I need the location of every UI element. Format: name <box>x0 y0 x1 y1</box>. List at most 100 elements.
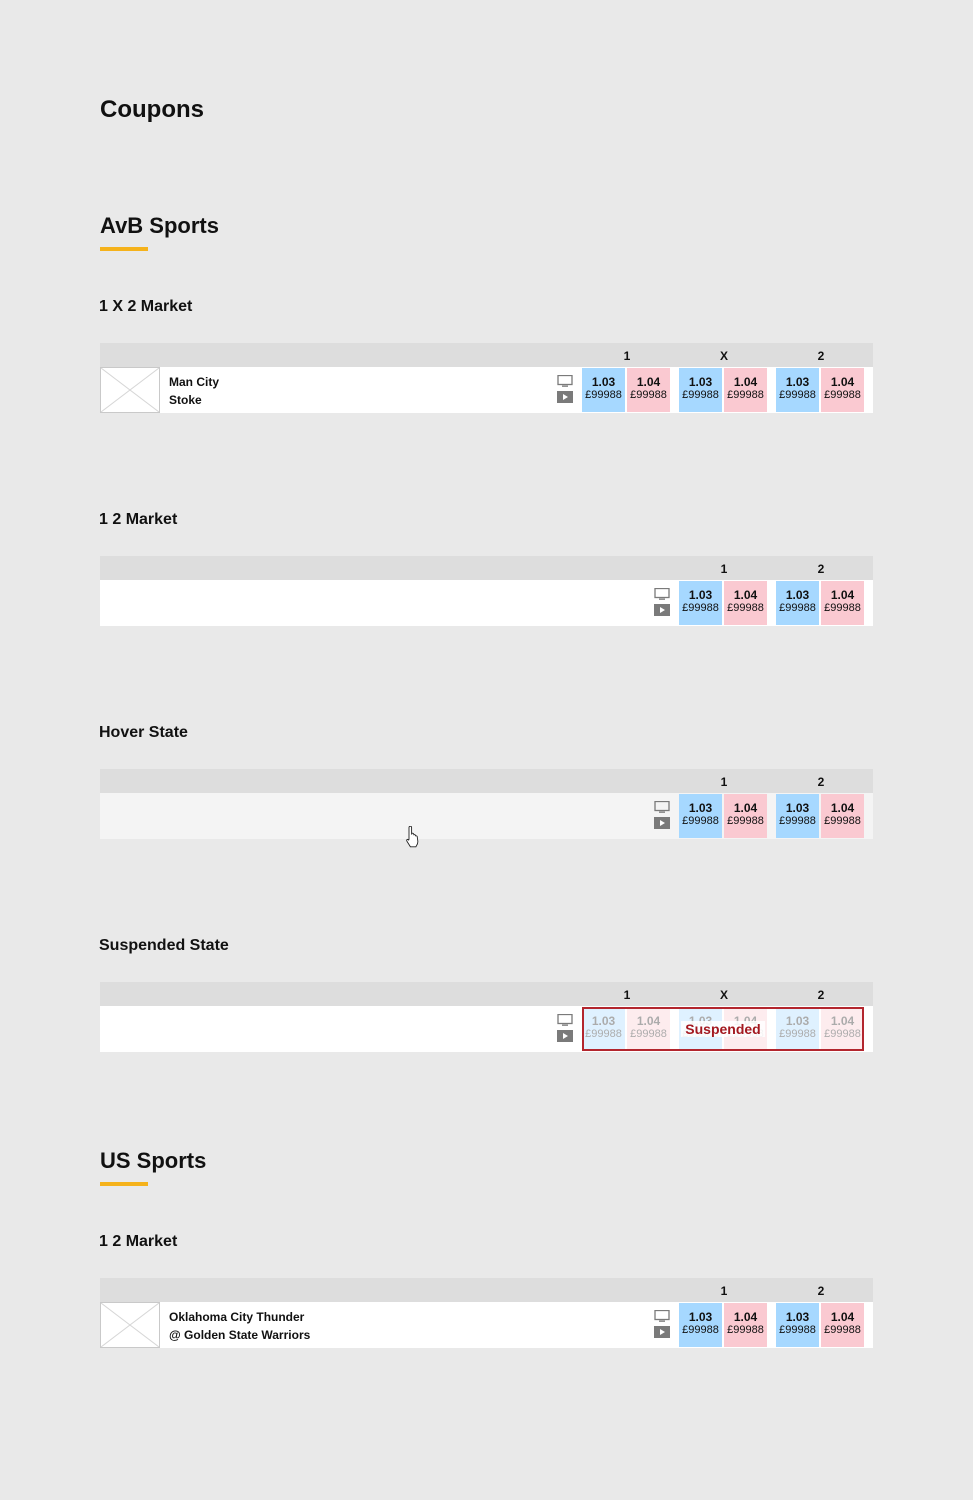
event-row[interactable]: 1.03 £99988 1.04 £99988 1.03 £99988 1.04 £99… <box>100 580 873 626</box>
section-title-avb: AvB Sports <box>100 213 219 238</box>
suspended-label: Suspended <box>681 1021 765 1037</box>
back-odds-button[interactable]: 1.03 £99988 <box>776 1303 819 1347</box>
odds-price: 1.03 <box>688 801 713 815</box>
play-icon[interactable] <box>654 1326 670 1338</box>
column-label-1: 1 <box>623 349 631 363</box>
odds-amount: £99988 <box>824 1324 861 1336</box>
play-icon[interactable] <box>557 1030 573 1042</box>
coupon-us-12: 1 2 Oklahoma City Thunder @ Golden State… <box>100 1278 873 1348</box>
odds-amount: £99988 <box>727 602 764 614</box>
image-placeholder-icon <box>100 367 160 413</box>
lay-odds-button[interactable]: 1.04 £99988 <box>627 368 670 412</box>
market-title-hover: Hover State <box>99 724 188 741</box>
odds-amount: £99988 <box>682 815 719 827</box>
back-odds-button[interactable]: 1.03 £99988 <box>776 794 819 838</box>
odds-price: 1.04 <box>830 1310 855 1324</box>
market-title-12: 1 2 Market <box>99 1233 178 1250</box>
column-label-1: 1 <box>623 988 631 1002</box>
odds-price: 1.04 <box>733 375 758 389</box>
odds-amount: £99988 <box>727 389 764 401</box>
media-icons <box>654 1310 670 1342</box>
tv-icon[interactable] <box>557 1014 573 1026</box>
coupon-1x2: 1 X 2 Man City Stoke 1.03 £99988 1.04 £999… <box>100 343 873 413</box>
odds-price: 1.04 <box>830 375 855 389</box>
odds-price: 1.04 <box>733 1310 758 1324</box>
hand-cursor-icon <box>406 826 419 848</box>
back-odds-button[interactable]: 1.03 £99988 <box>776 368 819 412</box>
event-row-hovered[interactable]: 1.03 £99988 1.04 £99988 1.03 £99988 1.04 £99… <box>100 793 873 839</box>
tv-icon[interactable] <box>654 588 670 600</box>
odds-price: 1.04 <box>733 801 758 815</box>
lay-odds-button[interactable]: 1.04 £99988 <box>724 581 767 625</box>
lay-odds-button[interactable]: 1.04 £99988 <box>821 794 864 838</box>
event-teams[interactable]: Oklahoma City Thunder @ Golden State War… <box>169 1308 310 1344</box>
tv-icon[interactable] <box>654 1310 670 1322</box>
back-odds-button[interactable]: 1.03 £99988 <box>679 581 722 625</box>
odds-price: 1.04 <box>830 801 855 815</box>
lay-odds-button[interactable]: 1.04 £99988 <box>821 581 864 625</box>
odds-price: 1.04 <box>733 588 758 602</box>
market-title-1x2: 1 X 2 Market <box>99 298 193 315</box>
odds-price: 1.03 <box>688 1310 713 1324</box>
tv-icon[interactable] <box>557 375 573 387</box>
column-label-x: X <box>719 349 728 363</box>
back-odds-button[interactable]: 1.03 £99988 <box>679 794 722 838</box>
odds-amount: £99988 <box>779 602 816 614</box>
lay-odds-button[interactable]: 1.04 £99988 <box>724 794 767 838</box>
play-icon[interactable] <box>654 817 670 829</box>
team-home: Man City <box>169 375 220 389</box>
odds-price: 1.03 <box>688 375 713 389</box>
lay-odds-button[interactable]: 1.04 £99988 <box>724 1303 767 1347</box>
odds-amount: £99988 <box>824 389 861 401</box>
odds-amount: £99988 <box>630 389 667 401</box>
media-icons <box>557 1014 573 1046</box>
odds-amount: £99988 <box>779 389 816 401</box>
odds-amount: £99988 <box>824 602 861 614</box>
event-thumbnail <box>100 367 160 413</box>
section-underline <box>100 247 148 251</box>
play-icon[interactable] <box>557 391 573 403</box>
odds-amount: £99988 <box>824 815 861 827</box>
play-icon[interactable] <box>654 604 670 616</box>
back-odds-button[interactable]: 1.03 £99988 <box>679 1303 722 1347</box>
market-title-suspended: Suspended State <box>99 937 229 954</box>
event-teams[interactable]: Man City Stoke <box>169 373 219 409</box>
lay-odds-button[interactable]: 1.04 £99988 <box>821 1303 864 1347</box>
coupon-header: 1 2 <box>100 1278 873 1302</box>
section-title-us: US Sports <box>100 1148 207 1173</box>
team-away: Stoke <box>169 393 202 407</box>
column-label-1: 1 <box>720 1284 728 1298</box>
tv-icon[interactable] <box>654 801 670 813</box>
media-icons <box>654 588 670 620</box>
event-row[interactable]: Man City Stoke 1.03 £99988 1.04 £99988 1.0… <box>100 367 873 413</box>
odds-amount: £99988 <box>682 389 719 401</box>
team-away: @ Golden State Warriors <box>169 1328 311 1342</box>
column-label-x: X <box>719 988 728 1002</box>
media-icons <box>654 801 670 833</box>
media-icons <box>557 375 573 407</box>
odds-amount: £99988 <box>727 815 764 827</box>
section-underline <box>100 1182 148 1186</box>
lay-odds-button[interactable]: 1.04 £99988 <box>821 368 864 412</box>
odds-price: 1.03 <box>785 1310 810 1324</box>
odds-amount: £99988 <box>682 602 719 614</box>
coupon-header: 1 X 2 <box>100 343 873 367</box>
odds-amount: £99988 <box>585 389 622 401</box>
column-label-1: 1 <box>720 562 728 576</box>
column-label-2: 2 <box>817 1284 825 1298</box>
coupon-header: 1 2 <box>100 556 873 580</box>
odds-amount: £99988 <box>779 1324 816 1336</box>
lay-odds-button[interactable]: 1.04 £99988 <box>724 368 767 412</box>
back-odds-button[interactable]: 1.03 £99988 <box>776 581 819 625</box>
odds-price: 1.03 <box>785 801 810 815</box>
event-row[interactable]: Oklahoma City Thunder @ Golden State War… <box>100 1302 873 1348</box>
coupon-header: 1 2 <box>100 769 873 793</box>
column-label-2: 2 <box>817 775 825 789</box>
coupon-12: 1 2 1.03 £99988 1.04 £99988 1.03 £99988 1.0… <box>100 556 873 626</box>
odds-price: 1.04 <box>636 375 661 389</box>
back-odds-button[interactable]: 1.03 £99988 <box>582 368 625 412</box>
back-odds-button[interactable]: 1.03 £99988 <box>679 368 722 412</box>
team-home: Oklahoma City Thunder <box>169 1310 305 1324</box>
odds-amount: £99988 <box>682 1324 719 1336</box>
odds-price: 1.03 <box>785 588 810 602</box>
